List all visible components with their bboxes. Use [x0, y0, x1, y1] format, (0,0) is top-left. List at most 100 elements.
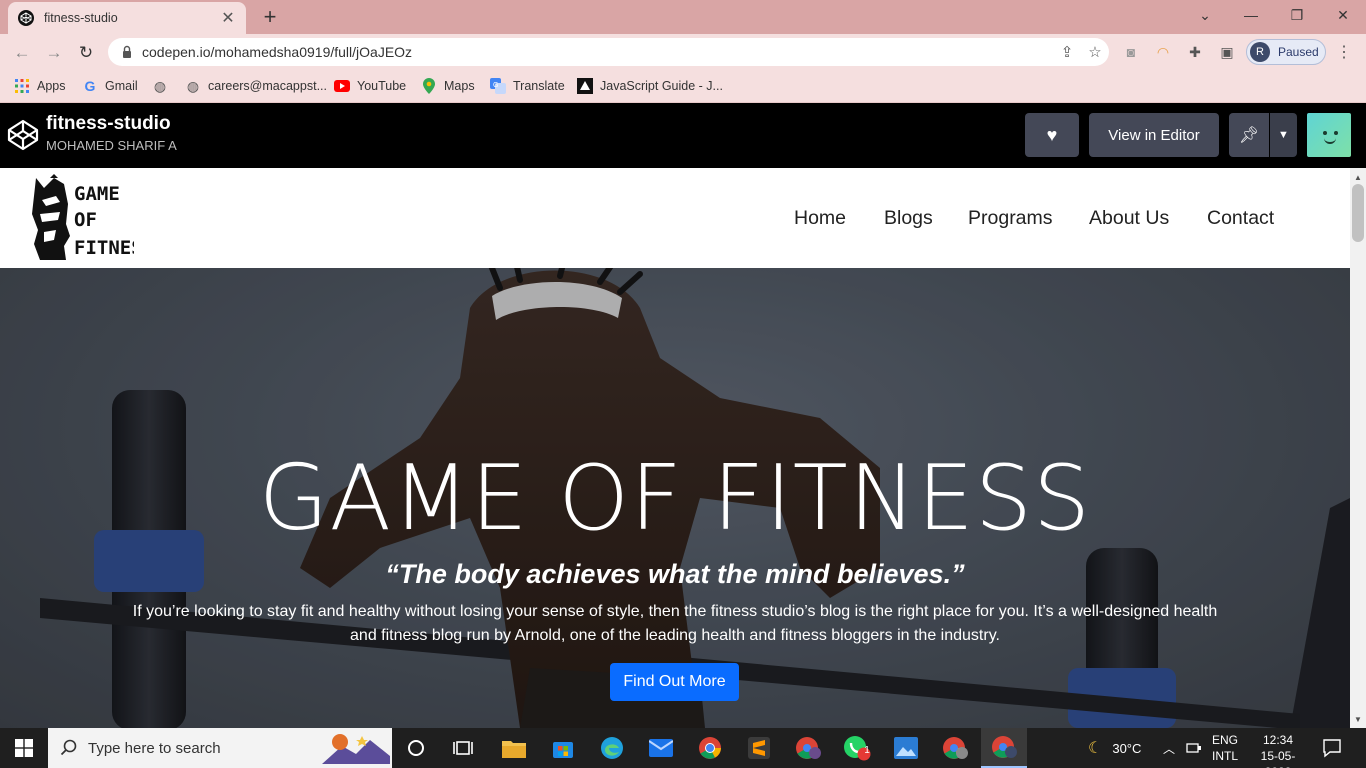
profile-button[interactable]: R Paused — [1246, 39, 1326, 65]
weather-widget[interactable]: ☾ 30°C — [1088, 728, 1141, 768]
network-icon[interactable] — [1186, 728, 1202, 768]
input-language-indicator[interactable]: ENG INTL — [1206, 732, 1244, 764]
keyboard-layout: INTL — [1211, 749, 1238, 763]
back-button[interactable]: ← — [9, 40, 35, 66]
bookmark-careers[interactable]: ◍ careers@macappst... — [185, 76, 327, 96]
svg-text:OF: OF — [74, 209, 97, 231]
edge-app[interactable] — [589, 728, 635, 768]
pen-title: fitness-studio — [46, 113, 171, 134]
bookmark-js-guide[interactable]: JavaScript Guide - J... — [577, 76, 723, 96]
microsoft-store-app[interactable] — [540, 728, 586, 768]
heart-icon: ♥ — [1046, 124, 1058, 145]
windows-logo-icon — [15, 739, 33, 757]
side-panel-icon[interactable]: ▣ — [1218, 43, 1236, 61]
photos-app[interactable] — [883, 728, 929, 768]
view-in-editor-button[interactable]: View in Editor — [1089, 113, 1219, 157]
minimize-button[interactable]: — — [1228, 0, 1274, 30]
scroll-down-arrow-icon[interactable]: ▼ — [1350, 712, 1366, 726]
clock-time: 12:34 — [1262, 733, 1294, 747]
new-tab-button[interactable]: + — [258, 5, 282, 29]
task-view-button[interactable] — [440, 728, 486, 768]
chrome-profile-2-app[interactable] — [932, 728, 978, 768]
whatsapp-app[interactable]: 1 — [834, 728, 880, 768]
audio-extension-icon[interactable]: ◠ — [1154, 43, 1172, 61]
photos-icon — [894, 737, 918, 759]
browser-menu-icon[interactable]: ⋮ — [1336, 42, 1352, 62]
bookmarks-bar: Apps G Gmail ◍ ◍ careers@macappst... You… — [0, 70, 1366, 103]
windows-start-button[interactable] — [0, 728, 48, 768]
user-avatar[interactable] — [1307, 113, 1351, 157]
cortana-circle-icon — [408, 740, 424, 756]
browser-toolbar: ← → ↻ codepen.io/mohamedsha0919/full/jOa… — [0, 34, 1366, 70]
camera-extension-icon[interactable]: ◙ — [1122, 43, 1140, 61]
find-out-more-button[interactable]: Find Out More — [610, 663, 739, 701]
edge-icon — [601, 737, 623, 759]
extensions-puzzle-icon[interactable]: ✚ — [1186, 43, 1204, 61]
file-explorer-app[interactable] — [491, 728, 537, 768]
bookmark-maps[interactable]: Maps — [421, 76, 475, 96]
tab-search-chevron-icon[interactable]: ⌄ — [1182, 0, 1228, 30]
nav-blogs[interactable]: Blogs — [884, 207, 933, 230]
page-scrollbar[interactable]: ▲ ▼ — [1350, 168, 1366, 728]
close-window-button[interactable]: ✕ — [1320, 0, 1366, 30]
sublime-text-app[interactable] — [736, 728, 782, 768]
reload-button[interactable]: ↻ — [73, 40, 99, 66]
lock-icon — [123, 45, 131, 58]
bookmark-translate[interactable]: G Translate — [490, 76, 565, 96]
avatar-eye — [1334, 131, 1338, 135]
svg-text:GAME: GAME — [74, 183, 120, 205]
svg-text:FITNESS: FITNESS — [74, 237, 134, 259]
bookmark-youtube[interactable]: YouTube — [334, 76, 406, 96]
notification-center-icon[interactable] — [1322, 738, 1342, 758]
bookmark-globe[interactable]: ◍ — [152, 76, 175, 96]
sublime-icon — [748, 737, 770, 759]
nav-home[interactable]: Home — [794, 207, 846, 230]
bookmark-gmail[interactable]: G Gmail — [82, 76, 138, 96]
pin-button[interactable]: 📌︎ — [1229, 113, 1269, 157]
scrollbar-thumb[interactable] — [1352, 184, 1364, 242]
forward-button[interactable]: → — [41, 40, 67, 66]
scroll-up-arrow-icon[interactable]: ▲ — [1350, 170, 1366, 184]
maps-icon — [421, 78, 437, 94]
system-clock[interactable]: 12:34 15-05-2022 — [1252, 732, 1304, 768]
cortana-button[interactable] — [393, 728, 439, 768]
bookmark-label: Maps — [444, 79, 475, 93]
search-placeholder: Type here to search — [88, 739, 221, 757]
hero-section: GAME OF FITNESS “The body achieves what … — [0, 268, 1350, 728]
bookmark-apps[interactable]: Apps — [14, 76, 66, 96]
chrome-profile-r-app[interactable] — [981, 728, 1027, 768]
tab-close-icon[interactable]: ✕ — [220, 8, 236, 28]
language-code: ENG — [1211, 733, 1238, 747]
pin-dropdown-button[interactable]: ▼ — [1270, 113, 1297, 157]
bookmark-label: JavaScript Guide - J... — [600, 79, 723, 93]
codepen-logo-icon[interactable] — [7, 119, 39, 151]
game-of-fitness-logo[interactable]: GAME OF FITNESS — [30, 174, 134, 262]
folder-icon — [502, 741, 526, 758]
task-view-icon — [453, 741, 473, 755]
avatar-eye — [1323, 131, 1327, 135]
bookmark-star-icon[interactable]: ☆ — [1081, 43, 1109, 61]
tab-title: fitness-studio — [44, 11, 118, 25]
js-guide-icon — [577, 78, 593, 94]
hero-title: GAME OF FITNESS — [258, 446, 1092, 551]
bookmark-label: Gmail — [105, 79, 138, 93]
moon-icon: ☾ — [1088, 740, 1103, 757]
translate-icon: G — [490, 78, 506, 94]
whatsapp-unread-badge: 1 — [864, 745, 870, 756]
taskbar-search-box[interactable]: Type here to search — [48, 728, 392, 768]
bookmark-label: Translate — [513, 79, 565, 93]
chrome-profile-m-app[interactable] — [785, 728, 831, 768]
pen-author[interactable]: MOHAMED SHARIF A — [46, 138, 177, 153]
restore-button[interactable]: ❐ — [1274, 0, 1320, 30]
nav-programs[interactable]: Programs — [968, 207, 1053, 230]
tray-overflow-chevron-icon[interactable]: ︿ — [1163, 728, 1175, 768]
chrome-app[interactable] — [687, 728, 733, 768]
heart-button[interactable]: ♥ — [1025, 113, 1079, 157]
nav-contact[interactable]: Contact — [1207, 207, 1274, 230]
address-bar[interactable]: codepen.io/mohamedsha0919/full/jOaJEOz ⇪… — [108, 38, 1109, 66]
nav-about-us[interactable]: About Us — [1089, 207, 1169, 230]
search-icon — [60, 739, 77, 756]
browser-tab[interactable]: fitness-studio ✕ — [8, 2, 246, 34]
mail-app[interactable] — [638, 728, 684, 768]
share-icon[interactable]: ⇪ — [1053, 43, 1081, 61]
